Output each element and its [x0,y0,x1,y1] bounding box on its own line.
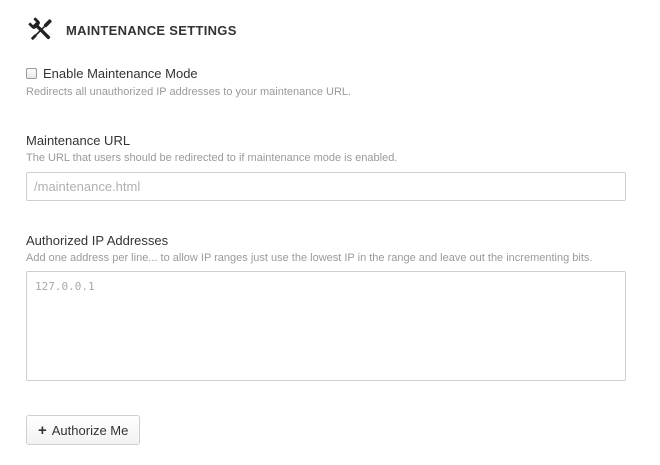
maintenance-settings-panel: MAINTENANCE SETTINGS Enable Maintenance … [0,0,660,465]
maintenance-url-help: The URL that users should be redirected … [26,152,398,164]
tools-icon [26,15,56,45]
authorized-ips-help: Add one address per line... to allow IP … [26,252,593,264]
section-title: MAINTENANCE SETTINGS [66,22,237,38]
authorized-ips-label: Authorized IP Addresses [26,233,169,248]
enable-maintenance-help: Redirects all unauthorized IP addresses … [26,86,352,98]
authorize-me-label: Authorize Me [51,422,129,438]
plus-icon: + [38,421,47,439]
authorized-ips-textarea[interactable] [26,271,626,381]
enable-maintenance-row[interactable]: Enable Maintenance Mode [26,66,198,81]
maintenance-url-label: Maintenance URL [26,133,131,148]
section-header: MAINTENANCE SETTINGS [26,14,237,46]
maintenance-url-input[interactable] [26,172,626,201]
enable-maintenance-label[interactable]: Enable Maintenance Mode [43,66,198,81]
enable-maintenance-checkbox[interactable] [26,68,37,79]
authorize-me-button[interactable]: + Authorize Me [26,415,141,445]
